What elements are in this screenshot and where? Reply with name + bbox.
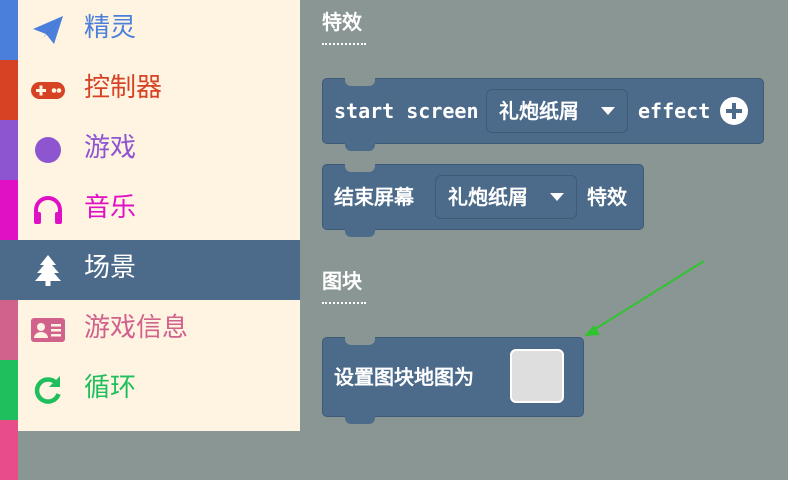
- category-label: 游戏: [84, 133, 137, 163]
- category-music[interactable]: 音乐: [0, 180, 300, 240]
- refresh-icon: [30, 372, 66, 408]
- tree-icon: [30, 252, 66, 288]
- category-label: 控制器: [84, 73, 163, 103]
- block-flyout: 特效 start screen 礼炮纸屑 effect 结束屏幕 礼炮纸屑 特效…: [300, 0, 788, 431]
- headphones-icon: [30, 192, 66, 228]
- category-scene[interactable]: 场景: [0, 240, 300, 300]
- category-game[interactable]: 游戏: [0, 120, 300, 180]
- category-label: 音乐: [84, 193, 137, 223]
- category-info[interactable]: 游戏信息: [0, 300, 300, 360]
- paper-plane-icon: [30, 12, 66, 48]
- category-controller[interactable]: 控制器: [0, 60, 300, 120]
- circle-icon: [30, 132, 66, 168]
- category-color-strip: [0, 420, 18, 480]
- gamepad-icon: [30, 72, 66, 108]
- id-card-icon: [30, 312, 66, 348]
- category-label: 精灵: [84, 13, 137, 43]
- category-next[interactable]: [0, 420, 300, 480]
- category-color-strip: [0, 120, 18, 180]
- category-color-strip: [0, 240, 18, 300]
- category-color-strip: [0, 0, 18, 60]
- category-sidebar: 精灵 控制器 游戏 音乐 场景 游戏信息 循环: [0, 0, 300, 480]
- category-color-strip: [0, 360, 18, 420]
- category-color-strip: [0, 300, 18, 360]
- category-color-strip: [0, 60, 18, 120]
- category-label: 循环: [84, 373, 137, 403]
- category-label: 游戏信息: [84, 313, 189, 343]
- category-color-strip: [0, 180, 18, 240]
- category-sprites[interactable]: 精灵: [0, 0, 300, 60]
- category-label: 场景: [84, 253, 137, 283]
- category-loops[interactable]: 循环: [0, 360, 300, 420]
- arrow-annotation: [584, 260, 705, 336]
